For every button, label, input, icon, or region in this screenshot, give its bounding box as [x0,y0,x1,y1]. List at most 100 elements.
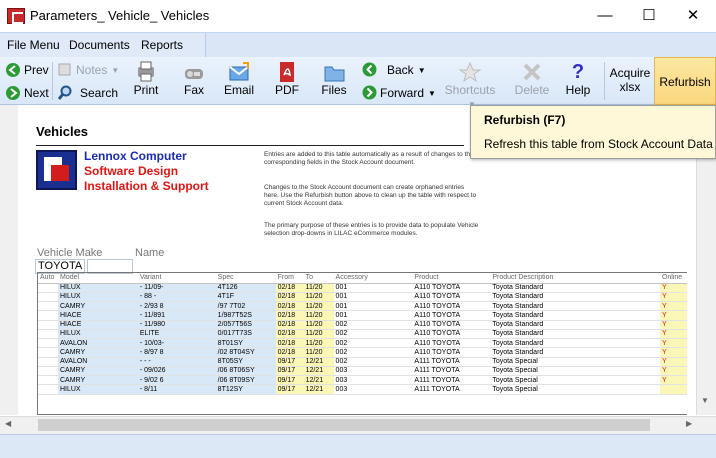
minimize-button[interactable]: — [585,4,625,28]
help-button[interactable]: ? Help [563,61,593,97]
spec-cell[interactable]: /06 8T09SY [215,375,276,386]
product-description-cell[interactable]: Toyota Standard [490,347,660,358]
product-description-cell[interactable]: Toyota Special [490,375,660,386]
refurbish-button[interactable]: Refurbish [654,57,716,105]
auto-cell[interactable] [38,310,58,321]
product-description-cell[interactable]: Toyota Standard [490,292,660,303]
product-cell[interactable]: A111 TOYOTA [412,384,491,395]
from-cell[interactable]: 02/18 [275,320,304,330]
product-cell[interactable]: A111 TOYOTA [412,357,491,367]
product-description-cell[interactable]: Toyota Standard [490,310,660,321]
prev-button[interactable]: Prev [24,63,49,77]
acquire-xlsx-button[interactable]: Acquire xlsx [609,66,651,94]
auto-cell[interactable] [38,301,58,312]
table-row[interactable]: HILUX - 88 -4T1F 02/18 11/20 001 A110 TOYOTA T… [38,292,687,303]
spec-cell[interactable]: /06 8T06SY [215,366,276,377]
variant-cell[interactable]: - 8/11 [137,384,216,395]
auto-cell[interactable] [38,347,58,358]
table-row[interactable]: AVALON - - -8T05SY 09/17 12/21 002 A111 TOYOT… [38,357,687,367]
variant-cell[interactable]: - 09/026 [137,366,216,377]
product-description-cell[interactable]: Toyota Standard [490,329,660,340]
online-cell[interactable]: Y [659,357,687,367]
accessory-cell[interactable]: 002 [333,338,413,349]
accessory-cell[interactable]: 001 [333,301,413,312]
model-cell[interactable]: CAMRY [57,347,138,358]
auto-cell[interactable] [38,357,58,367]
table-row[interactable]: CAMRY - 9/02 6/06 8T09SY 09/17 12/21 003 A111… [38,375,687,386]
column-auto[interactable]: Auto [38,273,58,284]
accessory-cell[interactable]: 001 [333,283,413,293]
variant-cell[interactable]: - 11/891 [137,310,216,321]
model-cell[interactable]: CAMRY [57,301,138,312]
spec-cell[interactable]: 0/017T73S [215,329,276,340]
variant-cell[interactable]: - 10/03- [137,338,216,349]
spec-cell[interactable]: 8T01SY [215,338,276,349]
accessory-cell[interactable]: 002 [333,357,413,367]
from-cell[interactable]: 02/18 [275,283,304,293]
to-cell[interactable]: 11/20 [303,283,334,293]
scroll-left-icon[interactable]: ◀ [5,419,11,428]
documents-menu[interactable]: Documents [69,38,130,52]
product-cell[interactable]: A110 TOYOTA [412,283,491,293]
table-row[interactable]: HIACE - 11/980 2/057T56S 02/18 11/20 002 A110 … [38,320,687,330]
column-to[interactable]: To [303,273,334,284]
online-cell[interactable]: Y [659,366,687,377]
from-cell[interactable]: 09/17 [275,384,304,395]
back-button[interactable]: Back ▼ [387,63,426,77]
online-cell[interactable]: Y [659,301,687,312]
column-from[interactable]: From [275,273,304,284]
accessory-cell[interactable]: 003 [333,366,413,377]
auto-cell[interactable] [38,329,58,340]
model-cell[interactable]: CAMRY [57,366,138,377]
product-cell[interactable]: A111 TOYOTA [412,366,491,377]
spec-cell[interactable]: 4T126 [215,283,276,293]
spec-cell[interactable]: 8T12SY [215,384,276,395]
accessory-cell[interactable]: 003 [333,375,413,386]
reports-menu[interactable]: Reports [141,38,183,52]
product-description-cell[interactable]: Toyota Standard [490,283,660,293]
auto-cell[interactable] [38,384,58,395]
column-online[interactable]: Online [659,273,687,284]
variant-cell[interactable]: - 11/980 [137,320,216,330]
variant-cell[interactable]: - - - [137,357,216,367]
email-button[interactable]: Email [224,61,254,97]
from-cell[interactable]: 09/17 [275,375,304,386]
model-cell[interactable]: HILUX [57,329,138,340]
from-cell[interactable]: 02/18 [275,329,304,340]
forward-button[interactable]: Forward ▼ [380,86,436,100]
next-button[interactable]: Next [24,86,49,100]
to-cell[interactable]: 11/20 [303,320,334,330]
column-product-description[interactable]: Product Description [490,273,660,284]
auto-cell[interactable] [38,366,58,377]
table-row[interactable]: CAMRY - 09/026/06 8T06SY 09/17 12/21 003 A111… [38,366,687,377]
shortcuts-button[interactable]: Shortcuts▼ [439,61,501,111]
to-cell[interactable]: 11/20 [303,301,334,312]
from-cell[interactable]: 09/17 [275,366,304,377]
column-accessory[interactable]: Accessory [333,273,413,284]
variant-cell[interactable]: ELITE [137,329,216,340]
model-cell[interactable]: HILUX [57,283,138,293]
model-cell[interactable]: AVALON [57,357,138,367]
product-cell[interactable]: A110 TOYOTA [412,292,491,303]
spec-cell[interactable]: /02 8T04SY [215,347,276,358]
spec-cell[interactable]: 2/057T56S [215,320,276,330]
product-cell[interactable]: A110 TOYOTA [412,329,491,340]
variant-cell[interactable]: - 11/09- [137,283,216,293]
model-cell[interactable]: HILUX [57,292,138,303]
to-cell[interactable]: 11/20 [303,347,334,358]
product-cell[interactable]: A110 TOYOTA [412,301,491,312]
online-cell[interactable]: Y [659,375,687,386]
auto-cell[interactable] [38,375,58,386]
accessory-cell[interactable]: 001 [333,292,413,303]
scroll-right-icon[interactable]: ▶ [686,419,692,428]
product-description-cell[interactable]: Toyota Special [490,384,660,395]
auto-cell[interactable] [38,283,58,293]
product-cell[interactable]: A111 TOYOTA [412,375,491,386]
online-cell[interactable]: Y [659,329,687,340]
column-spec[interactable]: Spec [215,273,276,284]
table-row[interactable]: HILUX - 8/11 8T12SY 09/17 12/21 003 A111 TOYOT… [38,384,687,395]
from-cell[interactable]: 02/18 [275,338,304,349]
table-row[interactable]: CAMRY - 2/93 8/97 7T02 02/18 11/20 001 A110 T… [38,301,687,312]
delete-button[interactable]: Delete [514,61,550,97]
table-row[interactable]: HILUX ELITE 0/017T73S 02/18 11/20 002 A110 TOY… [38,329,687,340]
